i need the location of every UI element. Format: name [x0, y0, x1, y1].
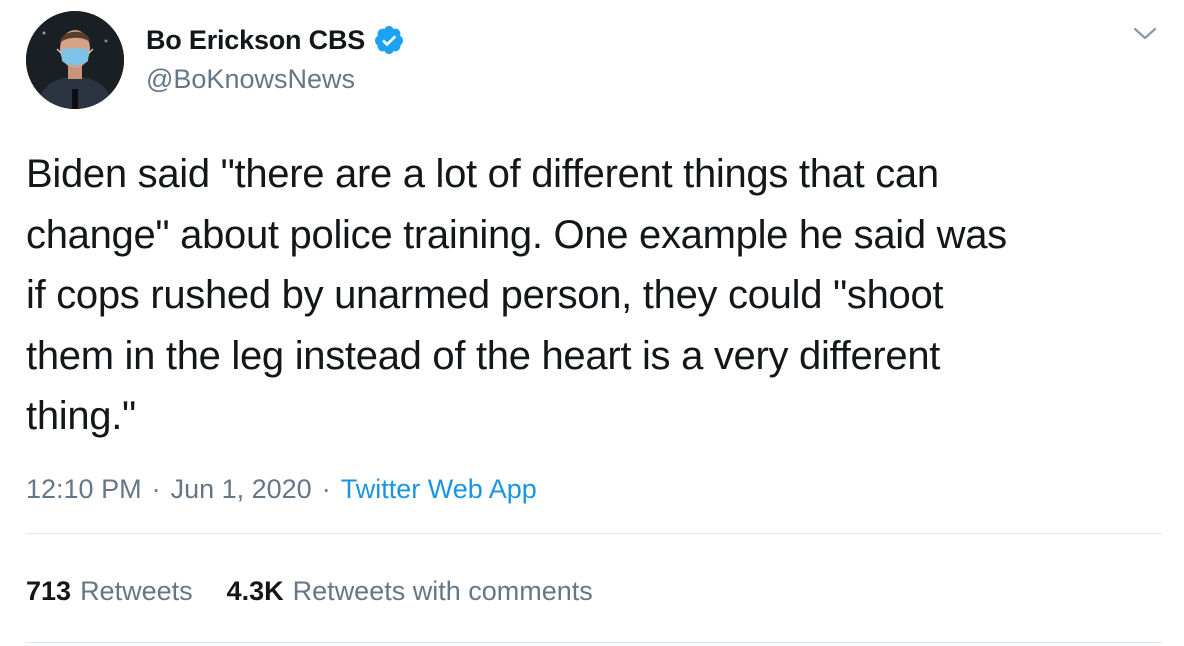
meta-separator: · [321, 474, 331, 504]
avatar[interactable] [26, 11, 124, 109]
divider [26, 533, 1162, 534]
tweet-meta: 12:10 PM · Jun 1, 2020 · Twitter Web App [26, 474, 537, 505]
chevron-down-icon[interactable] [1132, 22, 1158, 44]
verified-badge-icon [373, 24, 405, 56]
divider [26, 642, 1162, 643]
retweets-stat[interactable]: 713 Retweets [26, 576, 193, 607]
author-name-row[interactable]: Bo Erickson CBS [146, 22, 405, 58]
avatar-image [26, 11, 124, 109]
quote-tweets-stat[interactable]: 4.3K Retweets with comments [227, 576, 593, 607]
quote-tweets-label: Retweets with comments [292, 576, 593, 606]
engagement-stats: 713 Retweets 4.3K Retweets with comments [26, 576, 627, 607]
user-handle[interactable]: @BoKnowsNews [146, 64, 355, 95]
tweet-date[interactable]: Jun 1, 2020 [171, 474, 312, 505]
meta-separator: · [151, 474, 161, 504]
tweet-text: Biden said "there are a lot of different… [26, 152, 1007, 438]
quote-tweets-count: 4.3K [226, 576, 284, 606]
retweets-label: Retweets [80, 576, 193, 606]
display-name[interactable]: Bo Erickson CBS [146, 25, 365, 56]
retweets-count: 713 [26, 576, 72, 606]
tweet-source-link[interactable]: Twitter Web App [341, 474, 537, 505]
tweet-time[interactable]: 12:10 PM [26, 474, 142, 505]
